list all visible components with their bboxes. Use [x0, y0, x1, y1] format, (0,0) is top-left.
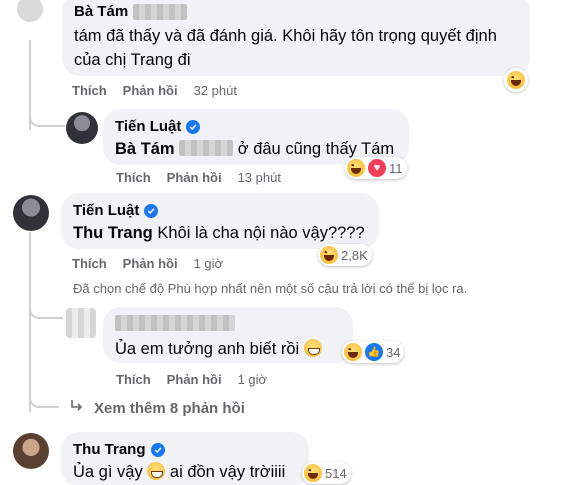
comment-bubble: Bà Tám tám đã thấy và đã đánh giá. Khôi … [62, 0, 530, 76]
haha-reaction-icon [320, 246, 338, 264]
reaction-summary[interactable]: 2,8K [318, 244, 372, 266]
comment-text: Ủa em tưởng anh biết rồi [115, 337, 341, 361]
comment-actions: Thích Phản hồi 13 phút [116, 170, 281, 185]
like-button[interactable]: Thích [72, 256, 107, 271]
comment-text-body: Ủa em tưởng anh biết rồi [115, 340, 300, 358]
comment-time[interactable]: 13 phút [238, 170, 281, 185]
comment-author[interactable]: Tiến Luật [73, 201, 367, 221]
mention-tag[interactable]: Bà Tám [115, 140, 175, 158]
comment-bubble: Thu Trang Ủa gì vậy ai đồn vậy trờiiii [61, 432, 309, 485]
like-button[interactable]: Thích [72, 83, 107, 98]
reaction-summary[interactable]: ♥ 11 [345, 157, 407, 179]
comment-author[interactable]: Bà Tám [74, 2, 518, 22]
author-name[interactable]: Tiến Luật [115, 117, 181, 137]
comment-text-body: ai đồn vậy trờiiii [169, 463, 286, 481]
reaction-summary[interactable]: 514 [302, 462, 351, 484]
love-reaction-icon: ♥ [368, 159, 386, 177]
reaction-summary[interactable] [504, 68, 528, 92]
verified-badge-icon [150, 443, 165, 457]
mention-tag[interactable]: Thu Trang [73, 224, 153, 242]
reaction-count: 34 [386, 344, 401, 360]
view-more-replies[interactable]: Xem thêm 8 phản hồi [70, 399, 245, 417]
verified-badge-icon [186, 120, 201, 134]
comment-time[interactable]: 32 phút [194, 83, 237, 98]
haha-reaction-icon [347, 159, 365, 177]
reaction-summary[interactable]: 👍 34 [342, 341, 405, 363]
reply-button[interactable]: Phản hồi [123, 83, 178, 98]
like-button[interactable]: Thích [116, 372, 151, 387]
avatar[interactable] [13, 195, 49, 231]
like-button[interactable]: Thích [116, 170, 151, 185]
thread-connector [29, 295, 63, 319]
comment-actions: Thích Phản hồi 1 giờ [72, 256, 223, 271]
comment-text: Ủa gì vậy ai đồn vậy trờiiii [73, 460, 297, 484]
redacted-name [179, 140, 234, 156]
comment-time[interactable]: 1 giờ [238, 372, 268, 387]
redacted-name [133, 4, 188, 20]
comment-author[interactable] [115, 315, 341, 331]
grin-emoji-icon [303, 339, 322, 357]
reaction-count: 11 [389, 160, 403, 176]
avatar[interactable] [17, 0, 43, 22]
haha-reaction-icon [304, 464, 322, 482]
comment-text-body: Khôi là cha nội nào vậy???? [157, 224, 365, 242]
view-more-label[interactable]: Xem thêm 8 phản hồi [94, 400, 245, 417]
thread-connector [29, 95, 65, 127]
comment-bubble: Tiến Luật Thu Trang Khôi là cha nội nào … [61, 193, 379, 249]
reply-button[interactable]: Phản hồi [167, 170, 222, 185]
verified-badge-icon [144, 204, 159, 218]
haha-reaction-icon [344, 343, 362, 361]
reply-button[interactable]: Phản hồi [123, 256, 178, 271]
redacted-name [115, 315, 235, 331]
reply-arrow-icon [70, 399, 84, 417]
comment-text: tám đã thấy và đã đánh giá. Khôi hãy tôn… [74, 27, 497, 69]
comment-author[interactable]: Thu Trang [73, 440, 297, 460]
reaction-count: 514 [325, 465, 347, 481]
comment-actions: Thích Phản hồi 32 phút [72, 83, 237, 98]
comment-bubble: Ủa em tưởng anh biết rồi [103, 307, 353, 363]
comment-text-body: ở đâu cũng thấy Tám [237, 140, 395, 158]
author-name[interactable]: Tiến Luật [73, 201, 139, 221]
haha-reaction-icon [507, 71, 525, 89]
thread-connector [29, 380, 59, 408]
comment-text: Thu Trang Khôi là cha nội nào vậy???? [73, 221, 367, 245]
like-reaction-icon: 👍 [365, 343, 383, 361]
avatar[interactable] [13, 433, 49, 469]
reaction-count: 2,8K [341, 247, 368, 263]
comment-actions: Thích Phản hồi 1 giờ [116, 372, 267, 387]
grin-emoji-icon [147, 462, 166, 480]
comment-time[interactable]: 1 giờ [194, 256, 224, 271]
author-name[interactable]: Thu Trang [73, 440, 146, 460]
comment-text-body: Ủa gì vậy [73, 463, 143, 481]
comment-author[interactable]: Tiến Luật [115, 117, 397, 137]
reply-button[interactable]: Phản hồi [167, 372, 222, 387]
author-name[interactable]: Bà Tám [74, 2, 128, 22]
filter-notice: Đã chọn chế độ Phù hợp nhất nên một số c… [73, 281, 468, 296]
avatar[interactable] [66, 112, 98, 144]
avatar[interactable] [66, 308, 96, 338]
